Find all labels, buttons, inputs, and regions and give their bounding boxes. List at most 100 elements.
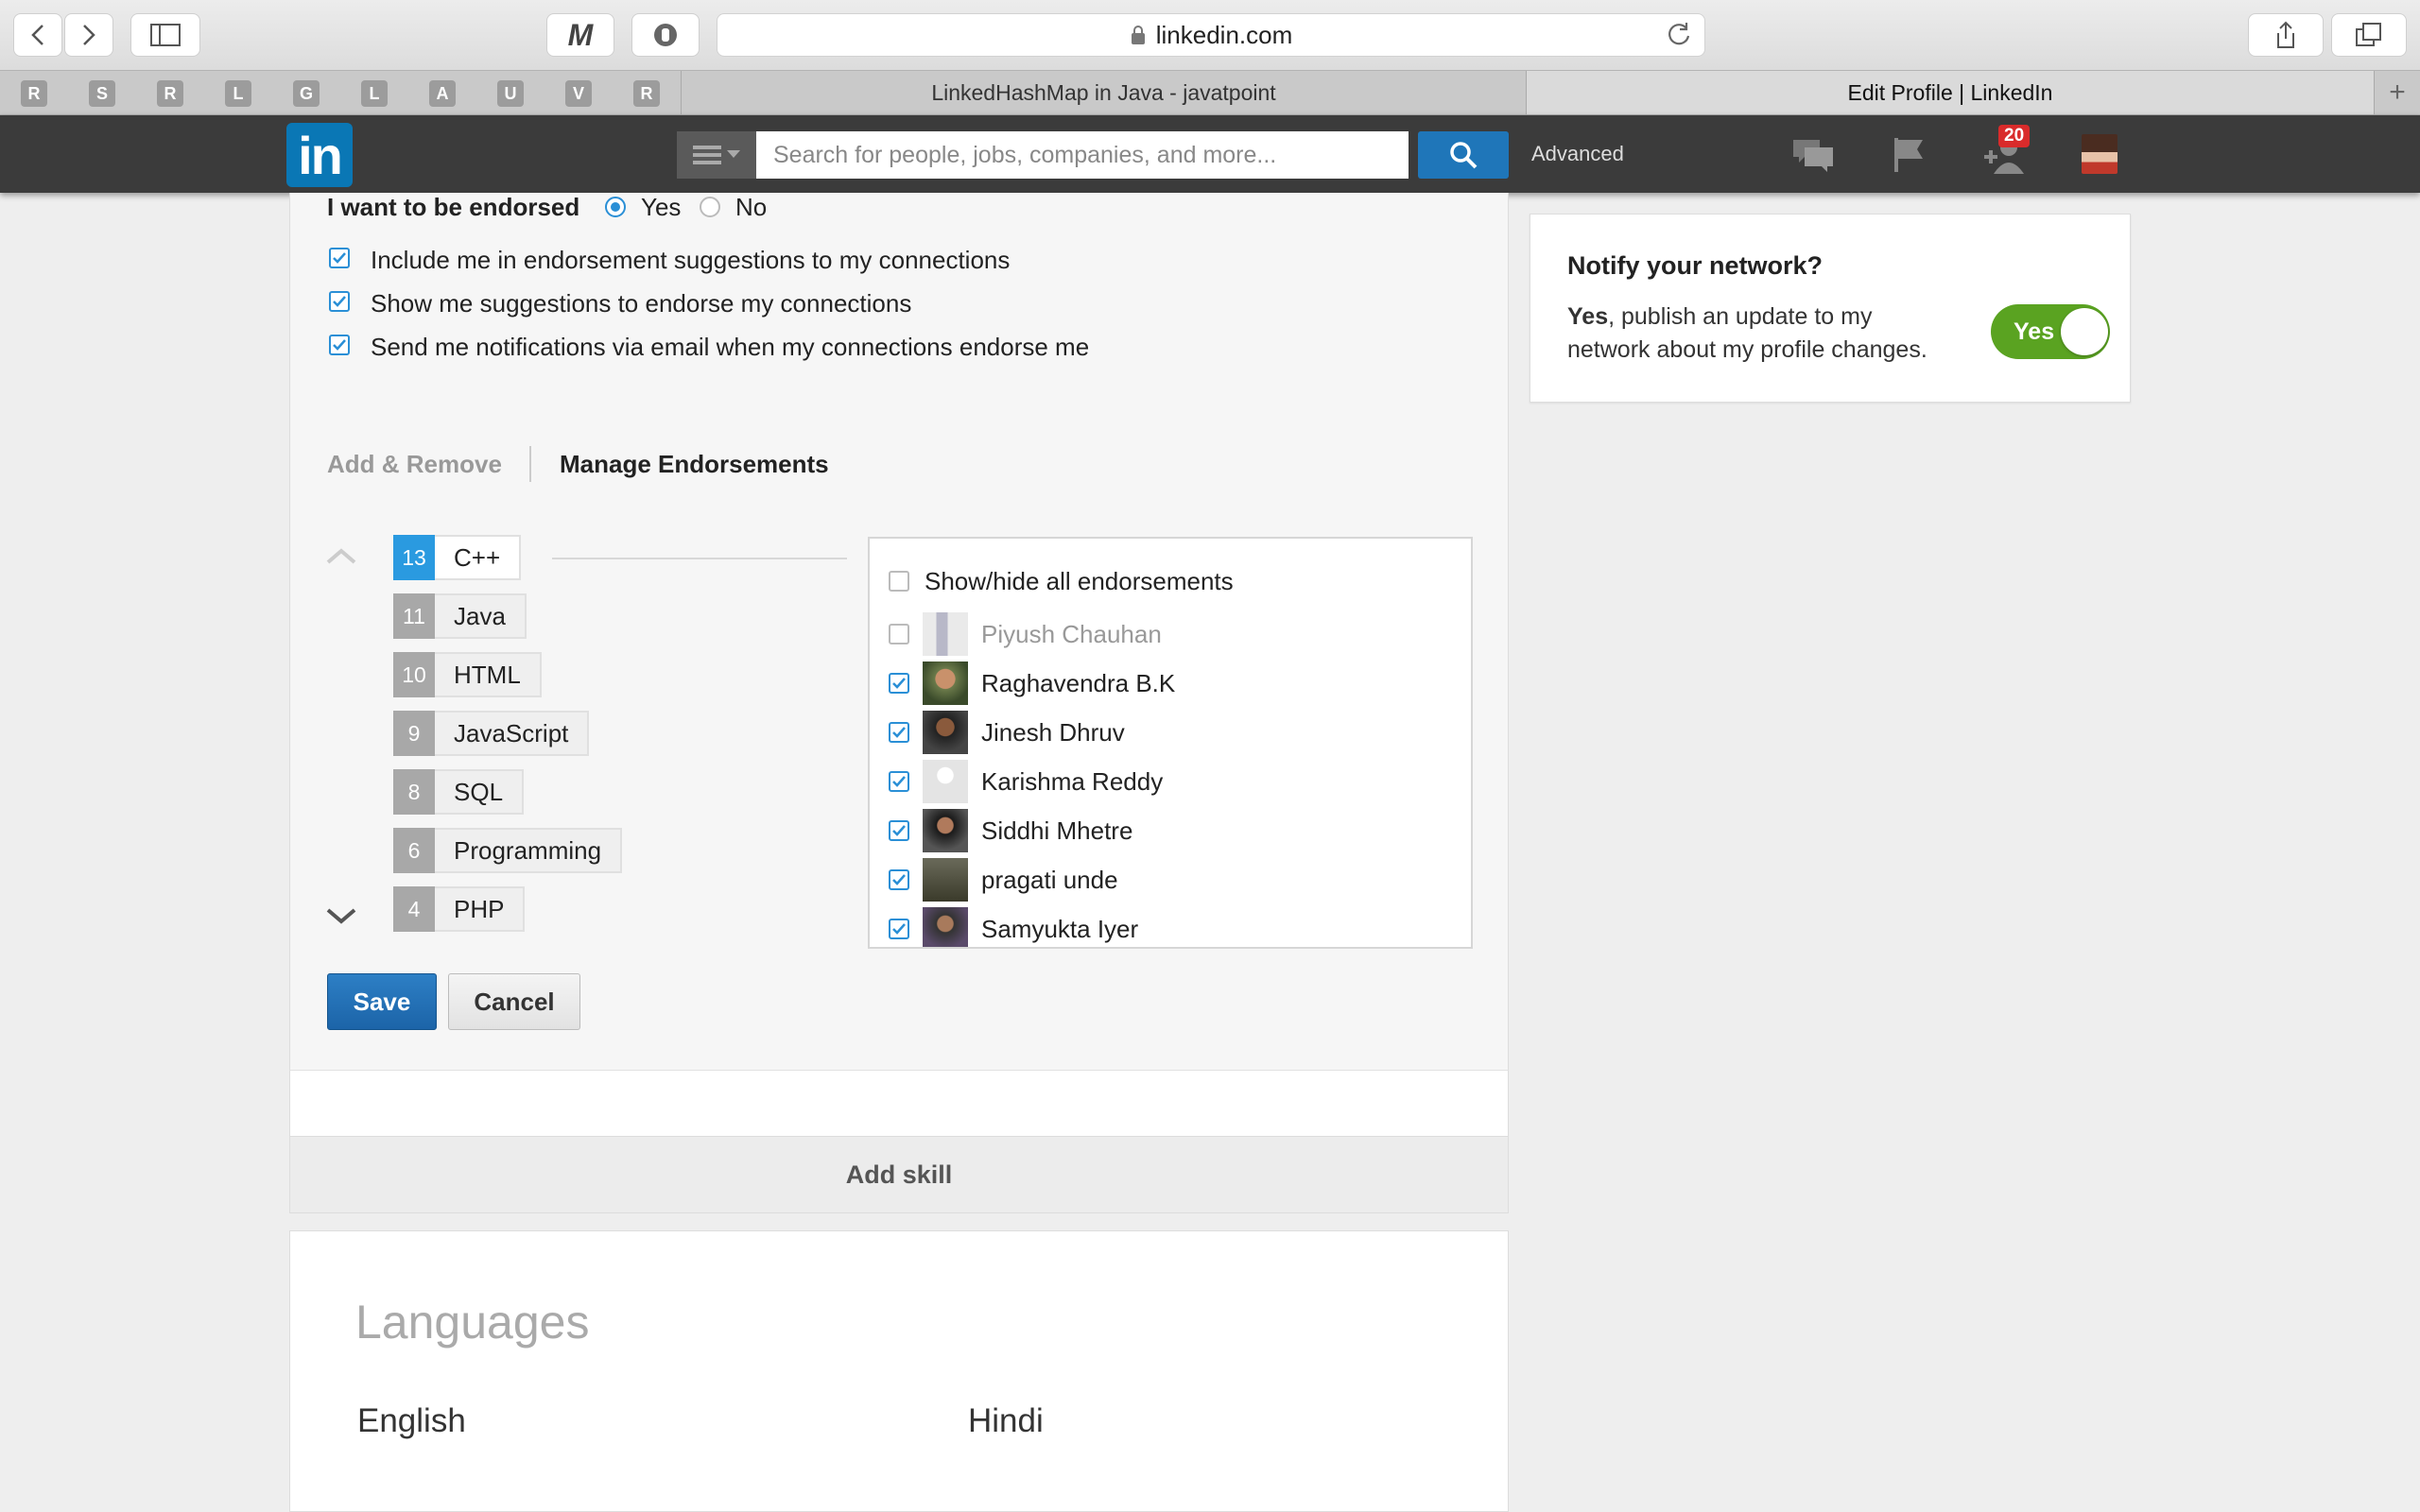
address-bar[interactable]: linkedin.com [717, 13, 1705, 57]
cancel-button[interactable]: Cancel [448, 973, 580, 1030]
endorse-yes-radio[interactable] [605, 197, 626, 217]
email-notifications-checkbox[interactable] [329, 335, 350, 355]
url-text: linkedin.com [1155, 20, 1293, 49]
tab-manage-endorsements[interactable]: Manage Endorsements [560, 450, 829, 479]
save-button[interactable]: Save [327, 973, 437, 1030]
show-hide-all-row[interactable]: Show/hide all endorsements [889, 559, 1234, 603]
skill-item[interactable]: 6 Programming [393, 828, 623, 873]
extension-m-button[interactable]: M [546, 13, 614, 57]
linkedin-logo[interactable]: in [286, 123, 353, 187]
pinned-tab[interactable]: A [429, 80, 456, 107]
include-suggestions-label: Include me in endorsement suggestions to… [371, 246, 1011, 274]
extension-hand-button[interactable] [631, 13, 700, 57]
list-item[interactable]: Karishma Reddy [889, 760, 1163, 803]
reload-icon[interactable] [1666, 21, 1692, 52]
pinned-tab[interactable]: G [293, 80, 320, 107]
profile-avatar[interactable] [2082, 134, 2118, 174]
notification-badge: 20 [1998, 125, 2031, 147]
pinned-tab[interactable]: L [361, 80, 388, 107]
list-item[interactable]: Raghavendra B.K [889, 662, 1175, 705]
endorser-name: Raghavendra B.K [981, 668, 1176, 697]
share-icon [2277, 21, 2294, 48]
endorser-photo [923, 858, 968, 902]
notify-description: Yes, publish an update to my network abo… [1567, 301, 1927, 367]
skill-count: 9 [393, 711, 435, 756]
list-item[interactable]: pragati unde [889, 858, 1118, 902]
new-tab-button[interactable]: + [2375, 71, 2420, 114]
search-category-dropdown[interactable] [677, 131, 756, 179]
endorser-name: pragati unde [981, 865, 1118, 894]
tab-add-remove[interactable]: Add & Remove [327, 450, 502, 479]
pinned-tab[interactable]: S [89, 80, 115, 107]
endorser-checkbox[interactable] [889, 919, 909, 939]
endorser-checkbox[interactable] [889, 624, 909, 644]
search-button[interactable] [1418, 131, 1509, 179]
tab-bar: R S R L G L A U V R LinkedHashMap in Jav… [0, 70, 2420, 115]
email-notifications-label: Send me notifications via email when my … [371, 333, 1090, 361]
notifications-button[interactable] [1885, 130, 1934, 180]
notify-text-2: network about my profile changes. [1567, 336, 1927, 363]
list-item[interactable]: Piyush Chauhan [889, 612, 1162, 656]
language-item: English [357, 1402, 466, 1439]
skill-item[interactable]: 4 PHP [393, 886, 526, 932]
toggle-knob[interactable] [2061, 308, 2108, 355]
endorser-checkbox[interactable] [889, 869, 909, 890]
skill-name: JavaScript [435, 711, 590, 756]
endorser-name: Jinesh Dhruv [981, 717, 1125, 747]
checkmark-icon [892, 776, 906, 787]
tabs-icon [2356, 23, 2381, 46]
skill-item[interactable]: 10 HTML [393, 652, 542, 697]
skill-name: Programming [435, 828, 623, 873]
messages-button[interactable] [1789, 130, 1838, 180]
share-button[interactable] [2248, 13, 2324, 57]
skill-item[interactable]: 9 JavaScript [393, 711, 590, 756]
skill-count: 4 [393, 886, 435, 932]
chevron-right-icon [83, 25, 95, 45]
show-hide-all-checkbox[interactable] [889, 571, 909, 592]
languages-section [289, 1230, 1509, 1512]
sidebar-button[interactable] [130, 13, 200, 57]
endorser-checkbox[interactable] [889, 820, 909, 841]
skill-item[interactable]: 8 SQL [393, 769, 525, 815]
advanced-search-link[interactable]: Advanced [1531, 142, 1624, 166]
endorser-name: Samyukta Iyer [981, 914, 1139, 943]
tab-edit-profile[interactable]: Edit Profile | LinkedIn [1526, 71, 2375, 114]
pinned-tab[interactable]: R [21, 80, 47, 107]
back-button[interactable] [13, 13, 62, 57]
notify-title: Notify your network? [1567, 251, 1824, 280]
pinned-tab[interactable]: L [225, 80, 251, 107]
add-skill-label: Add skill [845, 1160, 953, 1189]
languages-title: Languages [355, 1296, 590, 1349]
tab-label: LinkedHashMap in Java - javatpoint [931, 79, 1276, 105]
pinned-tab[interactable]: U [497, 80, 524, 107]
endorser-checkbox[interactable] [889, 771, 909, 792]
pinned-tab[interactable]: R [633, 80, 660, 107]
checkmark-icon [892, 727, 906, 738]
add-skill-button[interactable]: Add skill [289, 1136, 1509, 1213]
list-item[interactable]: Samyukta Iyer [889, 907, 1139, 947]
skill-count: 13 [393, 535, 435, 580]
search-input[interactable] [756, 131, 1409, 179]
list-item[interactable]: Jinesh Dhruv [889, 711, 1125, 754]
endorser-photo [923, 662, 968, 705]
show-hide-all-label: Show/hide all endorsements [925, 566, 1234, 595]
list-item[interactable]: Siddhi Mhetre [889, 809, 1132, 852]
pinned-tab[interactable]: R [157, 80, 183, 107]
endorser-checkbox[interactable] [889, 673, 909, 694]
tab-javatpoint[interactable]: LinkedHashMap in Java - javatpoint [681, 71, 1526, 114]
forward-button[interactable] [64, 13, 113, 57]
skill-item[interactable]: 13 C++ [393, 535, 522, 580]
skill-item[interactable]: 11 Java [393, 593, 527, 639]
endorse-no-radio[interactable] [700, 197, 720, 217]
move-down-button[interactable] [325, 907, 357, 931]
lock-icon [1131, 26, 1145, 44]
tab-overview-button[interactable] [2331, 13, 2407, 57]
move-up-button[interactable] [325, 546, 357, 570]
include-suggestions-checkbox[interactable] [329, 248, 350, 268]
show-suggestions-checkbox[interactable] [329, 291, 350, 312]
pinned-tab[interactable]: V [565, 80, 592, 107]
checkmark-icon [333, 252, 346, 264]
checkmark-icon [892, 825, 906, 836]
endorser-checkbox[interactable] [889, 722, 909, 743]
endorser-photo [923, 612, 968, 656]
